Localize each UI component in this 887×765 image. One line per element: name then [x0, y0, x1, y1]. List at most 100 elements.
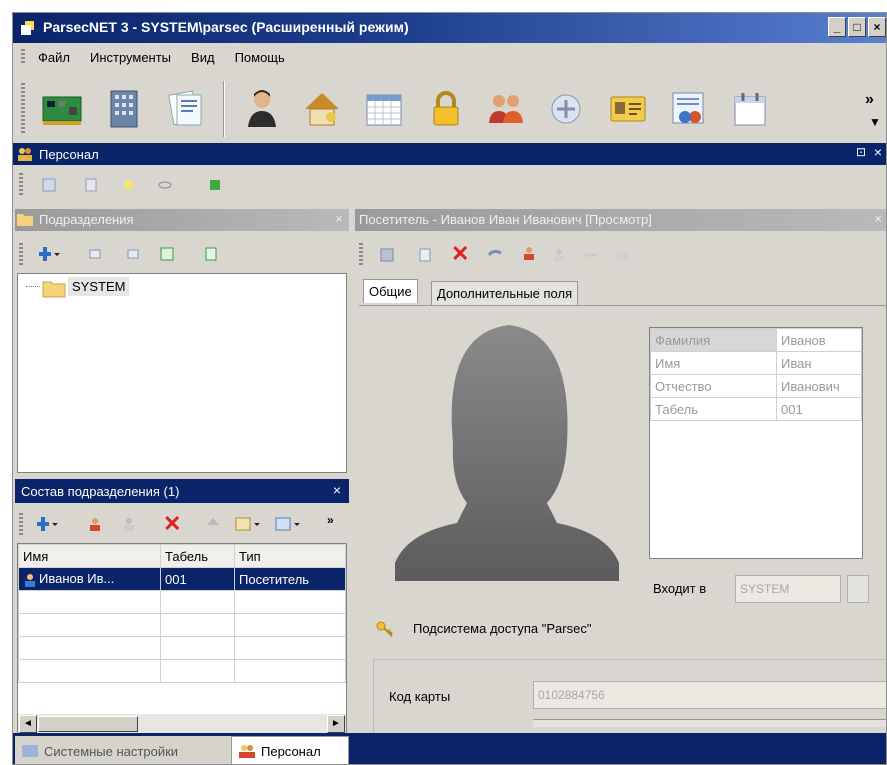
composition-panel-title: Состав подразделения (1) — [21, 483, 180, 499]
transfer-icon[interactable] — [583, 247, 599, 263]
minimize-button[interactable]: _ — [828, 17, 846, 37]
visitor-close-icon[interactable]: × — [874, 211, 882, 226]
departments-toolbar-grip[interactable] — [19, 243, 23, 265]
folder-star-icon[interactable] — [121, 177, 137, 193]
tab-system-settings-label: Системные настройки — [44, 743, 179, 759]
property-row-tabnumber[interactable]: Табель 001 — [650, 397, 862, 421]
horizontal-scrollbar[interactable]: ◄ ► — [18, 714, 346, 734]
visitor-person-icon[interactable] — [521, 245, 537, 261]
view-details-icon[interactable] — [83, 177, 99, 193]
refresh-icon[interactable] — [207, 177, 223, 193]
main-toolbar: » ▼ — [13, 73, 886, 145]
property-grid: Фамилия Иванов Имя Иван Отчество Иванови… — [649, 327, 863, 559]
menu-view[interactable]: Вид — [188, 48, 218, 67]
departments-panel-header[interactable]: Подразделения × — [15, 209, 349, 231]
tab-additional-fields[interactable]: Дополнительные поля — [431, 281, 579, 305]
import-icon[interactable] — [203, 246, 219, 262]
expand-icon[interactable] — [87, 246, 103, 262]
save-icon[interactable] — [379, 247, 395, 263]
empty-row — [18, 659, 346, 683]
view-list-icon[interactable] — [41, 177, 57, 193]
property-row-patronymic[interactable]: Отчество Иванович — [650, 374, 862, 398]
member-of-field[interactable]: SYSTEM — [735, 575, 841, 603]
move-up-icon[interactable] — [205, 516, 221, 532]
menu-file[interactable]: Файл — [35, 48, 73, 67]
departments-close-icon[interactable]: × — [335, 211, 343, 226]
scrollbar-thumb[interactable] — [38, 716, 138, 732]
schedule-icon[interactable] — [727, 87, 773, 131]
key-icon — [376, 621, 393, 637]
hardware-icon[interactable] — [39, 87, 85, 131]
photo-placeholder — [395, 325, 619, 581]
column-header-tab[interactable]: Табель — [160, 544, 235, 568]
visitor-toolbar-grip[interactable] — [359, 243, 363, 267]
visitor-panel-header[interactable]: Посетитель - Иванов Иван Иванович [Просм… — [355, 209, 886, 231]
cell-tab: 001 — [160, 567, 235, 591]
personal-panel-header[interactable]: Персонал ⊡ × — [13, 143, 886, 165]
delete-icon[interactable]: ✕ — [163, 511, 181, 537]
print-icon[interactable] — [615, 247, 631, 263]
folder-icon — [17, 214, 33, 226]
personal-tab-icon — [239, 745, 255, 758]
home-key-icon[interactable] — [299, 87, 345, 131]
pin-icon[interactable]: ⊡ — [856, 145, 866, 159]
tree-folder-icon — [42, 281, 66, 298]
table-row[interactable]: Иванов Ив... 001 Посетитель — [18, 567, 346, 591]
column-header-name[interactable]: Имя — [18, 544, 161, 568]
close-button[interactable]: × — [868, 17, 886, 37]
edit-icon[interactable] — [417, 247, 433, 263]
tab-personal[interactable]: Персонал — [231, 736, 349, 764]
users-icon[interactable] — [483, 87, 529, 131]
menu-help[interactable]: Помощь — [232, 48, 288, 67]
scroll-right-button[interactable]: ► — [327, 715, 345, 733]
visitor-icon — [25, 573, 35, 587]
maximize-button[interactable]: □ — [848, 17, 866, 37]
hide-icon[interactable] — [157, 177, 173, 193]
add-dropdown-icon[interactable] — [39, 246, 61, 262]
reports-icon[interactable] — [665, 87, 711, 131]
calendar-grid-icon[interactable] — [361, 87, 407, 131]
empty-row — [18, 636, 346, 660]
empty-row — [18, 613, 346, 637]
padlock-icon[interactable] — [423, 87, 469, 131]
composition-panel-header[interactable]: Состав подразделения (1) × — [15, 479, 349, 503]
export-icon[interactable] — [159, 246, 175, 262]
visitor-person-disabled-icon[interactable] — [551, 247, 567, 263]
menu-tools[interactable]: Инструменты — [87, 48, 174, 67]
tree-item-system[interactable]: SYSTEM — [68, 277, 130, 296]
composition-close-icon[interactable]: × — [333, 482, 341, 498]
empty-row — [18, 590, 346, 614]
property-row-firstname[interactable]: Имя Иван — [650, 351, 862, 375]
toolbar-grip[interactable] — [21, 83, 25, 135]
personal-panel-close-icon[interactable]: × — [874, 144, 882, 160]
departments-tree: SYSTEM — [17, 273, 347, 473]
card-code-field[interactable]: 0102884756 — [533, 681, 886, 709]
personal-toolbar-grip[interactable] — [19, 173, 23, 195]
employee-disabled-icon[interactable] — [121, 516, 137, 532]
add-employee-dropdown-icon[interactable] — [37, 516, 59, 532]
visitor-delete-icon[interactable]: ✕ — [451, 241, 469, 267]
building-icon[interactable] — [101, 87, 147, 131]
toolbar-dropdown-icon[interactable]: ▼ — [869, 115, 881, 129]
collapse-icon[interactable] — [125, 246, 141, 262]
tab-system-settings[interactable]: Системные настройки — [15, 736, 231, 764]
tab-divider — [359, 305, 886, 306]
columns-dropdown-icon[interactable] — [275, 516, 301, 532]
member-of-browse-button[interactable] — [847, 575, 869, 603]
tab-general[interactable]: Общие — [363, 279, 418, 303]
composition-toolbar-grip[interactable] — [19, 513, 23, 535]
toolbar-overflow-icon[interactable]: » — [865, 91, 874, 109]
employee-icon[interactable] — [87, 516, 103, 532]
property-row-lastname[interactable]: Фамилия Иванов — [650, 328, 862, 352]
toolbar-separator — [223, 81, 225, 137]
documents-icon[interactable] — [163, 87, 209, 131]
undo-icon[interactable] — [487, 247, 507, 263]
composition-overflow-icon[interactable]: » — [327, 513, 334, 527]
card-icon[interactable] — [605, 87, 651, 131]
title-bar[interactable]: ParsecNET 3 - SYSTEM\parsec (Расширенный… — [13, 13, 886, 43]
scroll-left-button[interactable]: ◄ — [19, 715, 37, 733]
network-icon[interactable] — [543, 87, 589, 131]
filter-dropdown-icon[interactable] — [235, 516, 261, 532]
column-header-type[interactable]: Тип — [234, 544, 346, 568]
person-icon[interactable] — [239, 87, 285, 131]
